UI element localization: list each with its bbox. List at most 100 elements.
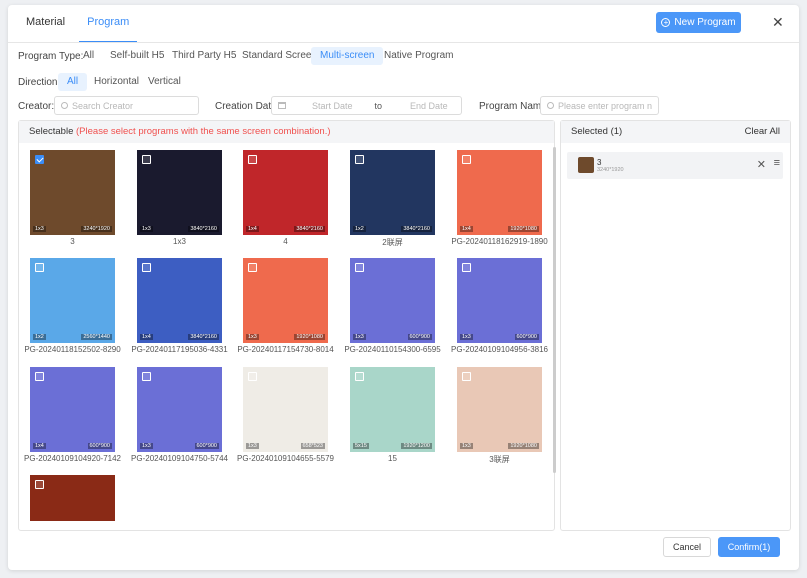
checkbox[interactable] — [142, 263, 151, 272]
layout-badge: 1x4 — [460, 226, 473, 232]
program-name-row: 3联屏 — [457, 454, 542, 465]
selected-panel: Selected (1) Clear All — [560, 120, 791, 531]
checkbox[interactable] — [35, 372, 44, 381]
drag-handle-icon[interactable]: ≡ — [774, 157, 780, 169]
program-thumbnail: 1x3 1920*1080 — [457, 367, 542, 452]
program-card[interactable]: 1x4 600*900 PG-20240109104920-7142 — [24, 367, 121, 463]
checkbox[interactable] — [142, 155, 151, 164]
checkbox[interactable] — [355, 155, 364, 164]
program-name: PG-20240109104920-7142 — [24, 454, 121, 463]
tab-material[interactable]: Material — [18, 5, 73, 43]
resolution-badge: 658*523 — [300, 443, 325, 449]
resolution-badge: 600*900 — [87, 443, 112, 449]
program-thumbnail: 1x3 658*523 — [243, 367, 328, 452]
program-card[interactable]: 1x3 600*900 PG-20240109104956-3816 — [451, 258, 548, 354]
program-card[interactable] — [30, 475, 115, 521]
program-name-label: Program Name: — [479, 101, 550, 112]
program-thumbnail: 1x3 1920*1080 — [243, 258, 328, 343]
search-icon — [547, 102, 554, 109]
layout-badge: 1x3 — [460, 443, 473, 449]
program-card[interactable]: 1x3 1920*1080 PG-20240117154730-8014 — [237, 258, 334, 354]
selected-item-thumbnail — [578, 157, 594, 173]
program-card[interactable]: 5x15 1920*1200 15 — [350, 367, 435, 463]
creator-search-input[interactable]: Search Creator — [54, 96, 199, 115]
direction-all[interactable]: All — [58, 73, 88, 91]
to-label: to — [374, 100, 383, 111]
resolution-badge: 1920*1080 — [294, 334, 325, 340]
checkbox[interactable] — [35, 155, 44, 164]
checkbox[interactable] — [142, 372, 151, 381]
checkbox[interactable] — [355, 263, 364, 272]
program-name-row: 2联屏 — [350, 237, 435, 248]
program-card[interactable]: 1x3 3240*1920 3 — [30, 150, 115, 246]
checkbox[interactable] — [462, 372, 471, 381]
layout-badge: 1x3 — [353, 334, 366, 340]
checkbox[interactable] — [462, 263, 471, 272]
program-card[interactable]: 1x3 600*900 PG-20240110154300-6595 — [344, 258, 441, 354]
program-name: PG-20240109104750-5744 — [131, 454, 228, 463]
checkbox[interactable] — [355, 372, 364, 381]
program-card[interactable]: 1x3 600*900 PG-20240109104750-5744 — [131, 367, 228, 463]
resolution-badge: 3840*2160 — [188, 226, 219, 232]
program-type-label: Program Type: — [18, 51, 84, 62]
checkbox[interactable] — [462, 155, 471, 164]
layout-badge: 1x4 — [140, 334, 153, 340]
resolution-badge: 1920*1080 — [508, 226, 539, 232]
resolution-badge: 1920*1080 — [508, 443, 539, 449]
program-card[interactable]: 1x4 1920*1080 PG-20240118162919-1890 — [451, 150, 548, 246]
type-self-built-h5[interactable]: Self-built H5 — [104, 47, 170, 65]
program-card[interactable]: 1x3 658*523 PG-20240109104655-5579 — [237, 367, 334, 463]
new-program-button[interactable]: + New Program — [656, 12, 741, 33]
layout-badge: 1x2 — [353, 226, 366, 232]
calendar-icon — [278, 102, 286, 109]
layout-badge: 1x3 — [140, 226, 153, 232]
program-name-input[interactable]: Please enter program n — [540, 96, 659, 115]
program-name-row: 4 — [243, 237, 328, 246]
clear-all-button[interactable]: Clear All — [745, 121, 780, 143]
direction-vertical[interactable]: Vertical — [142, 73, 187, 91]
selected-header: Selected (1) Clear All — [561, 121, 790, 143]
layout-badge: 1x4 — [33, 443, 46, 449]
program-name-row: PG-20240118152502-8290 — [24, 345, 120, 354]
resolution-badge: 600*900 — [514, 334, 539, 340]
checkbox[interactable] — [35, 263, 44, 272]
program-name: PG-20240109104655-5579 — [237, 454, 334, 463]
search-icon — [61, 102, 68, 109]
program-name-row: PG-20240117195036-4331 — [131, 345, 227, 354]
program-card[interactable]: 1x4 3840*2160 4 — [243, 150, 328, 246]
type-native-program[interactable]: Native Program — [378, 47, 459, 65]
selected-item: 3 3240*1920 ✕ ≡ — [567, 152, 783, 179]
resolution-badge: 3840*2160 — [401, 226, 432, 232]
remove-icon[interactable]: ✕ — [757, 158, 766, 171]
program-name-row: PG-20240109104920-7142 — [24, 454, 121, 463]
scrollbar[interactable] — [553, 147, 556, 473]
close-icon[interactable]: ✕ — [772, 14, 784, 31]
program-thumbnail: 1x4 3840*2160 — [137, 258, 222, 343]
type-multi-screen[interactable]: Multi-screen — [311, 47, 384, 65]
selected-item-resolution: 3240*1920 — [597, 167, 624, 173]
program-name: PG-20240118152502-8290 — [24, 345, 121, 354]
program-card[interactable]: 1x4 3840*2160 PG-20240117195036-4331 — [131, 258, 228, 354]
program-card[interactable]: 1x3 3840*2160 1x3 — [137, 150, 222, 246]
direction-horizontal[interactable]: Horizontal — [88, 73, 145, 91]
confirm-button[interactable]: Confirm(1) — [718, 537, 780, 557]
checkbox[interactable] — [248, 372, 257, 381]
program-card[interactable]: 1x3 1920*1080 3联屏 — [457, 367, 542, 465]
checkbox[interactable] — [35, 480, 44, 489]
cancel-button[interactable]: Cancel — [663, 537, 711, 557]
tab-program[interactable]: Program — [79, 5, 138, 43]
type-third-party-h5[interactable]: Third Party H5 — [166, 47, 242, 65]
selectable-header: Selectable (Please select programs with … — [19, 121, 554, 143]
creation-date-range-input[interactable]: Start Date to End Date — [271, 96, 462, 115]
program-card[interactable]: 1x2 3840*2160 2联屏 — [350, 150, 435, 248]
program-thumbnail: 1x3 600*900 — [350, 258, 435, 343]
program-card[interactable]: 1x2 2560*1440 PG-20240118152502-8290 — [24, 258, 121, 354]
checkbox[interactable] — [248, 263, 257, 272]
resolution-badge: 1920*1200 — [401, 443, 432, 449]
creator-placeholder: Search Creator — [72, 100, 134, 111]
type-all[interactable]: All — [77, 47, 100, 65]
layout-badge: 1x3 — [246, 334, 259, 340]
type-standard-screen[interactable]: Standard Screen — [236, 47, 323, 65]
selectable-warning: (Please select programs with the same sc… — [76, 126, 331, 137]
checkbox[interactable] — [248, 155, 257, 164]
